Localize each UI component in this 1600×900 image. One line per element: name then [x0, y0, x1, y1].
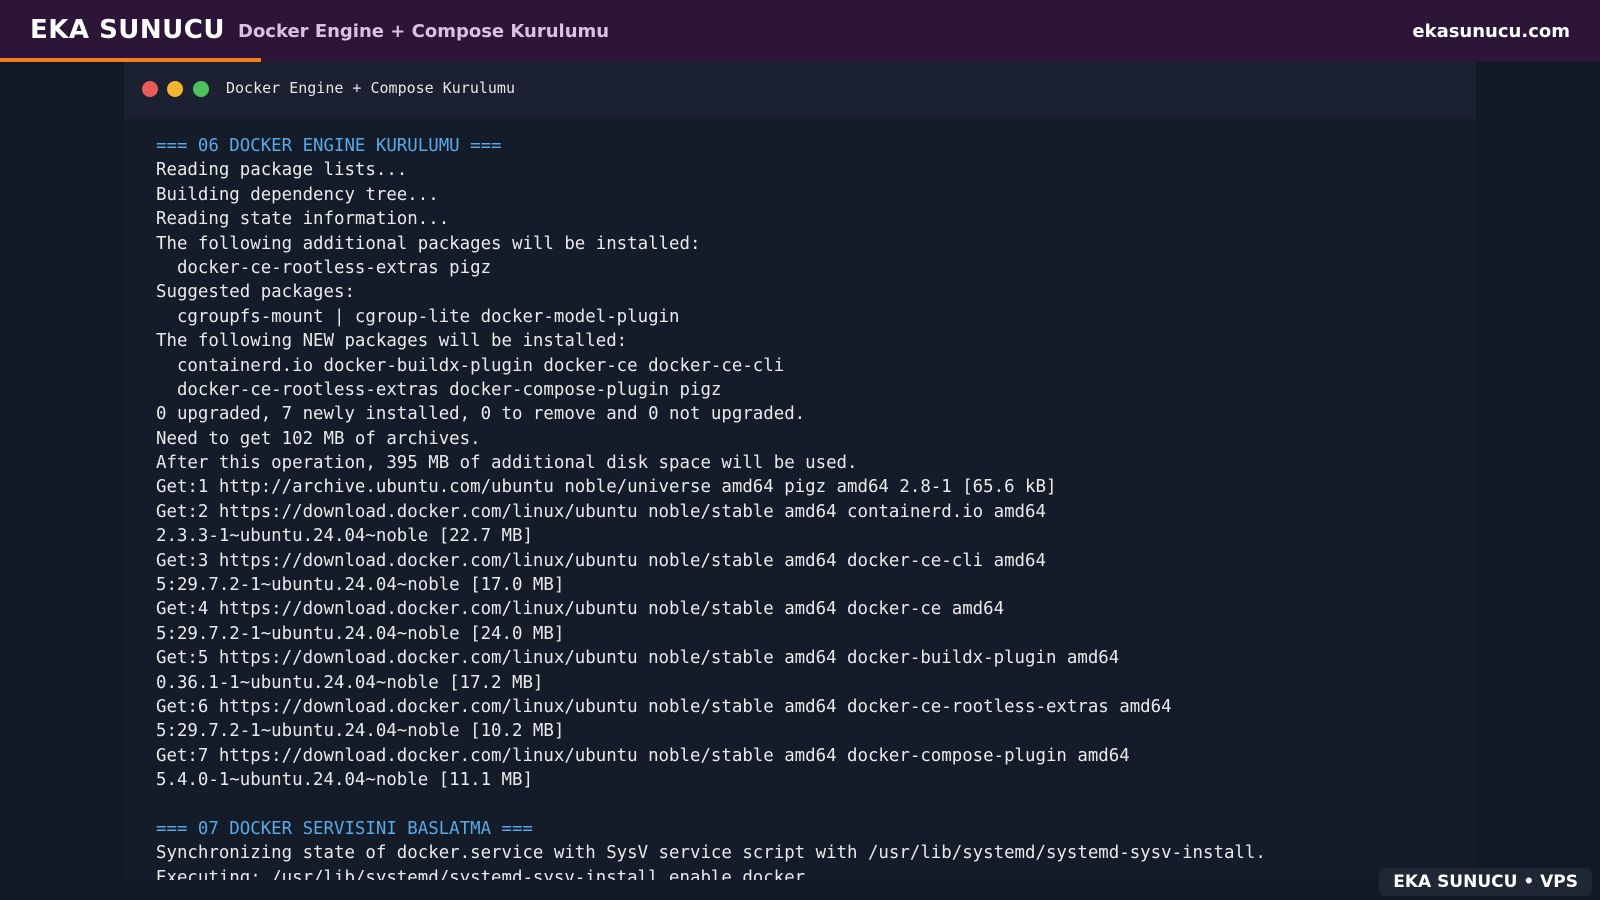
window-title: Docker Engine + Compose Kurulumu	[226, 79, 515, 97]
terminal-line: Executing: /usr/lib/systemd/systemd-sysv…	[156, 867, 806, 880]
terminal-output[interactable]: === 06 DOCKER ENGINE KURULUMU === Reading…	[156, 134, 1456, 880]
terminal-line: Need to get 102 MB of archives.	[156, 428, 481, 449]
terminal-section-header: === 07 DOCKER SERVISINI BASLATMA ===	[156, 818, 533, 839]
brand-logo: EKA SUNUCU	[30, 15, 225, 45]
terminal-line: Suggested packages:	[156, 282, 355, 303]
terminal-line: 2.3.3-1~ubuntu.24.04~noble [22.7 MB]	[156, 526, 533, 547]
terminal-line: Get:1 http://archive.ubuntu.com/ubuntu n…	[156, 477, 1057, 498]
terminal-line: The following additional packages will b…	[156, 233, 701, 254]
terminal-line: docker-ce-rootless-extras docker-compose…	[156, 379, 722, 400]
terminal-line: The following NEW packages will be insta…	[156, 331, 628, 352]
maximize-window-icon[interactable]	[193, 81, 209, 97]
terminal-line: cgroupfs-mount | cgroup-lite docker-mode…	[156, 306, 680, 327]
terminal-line: Get:2 https://download.docker.com/linux/…	[156, 501, 1046, 522]
terminal-line: Get:6 https://download.docker.com/linux/…	[156, 696, 1172, 717]
terminal-line: Get:7 https://download.docker.com/linux/…	[156, 745, 1130, 766]
terminal-line: 0 upgraded, 7 newly installed, 0 to remo…	[156, 404, 806, 425]
terminal-line: Get:3 https://download.docker.com/linux/…	[156, 550, 1046, 571]
window-titlebar: Docker Engine + Compose Kurulumu	[124, 62, 1476, 119]
terminal-line: After this operation, 395 MB of addition…	[156, 453, 858, 474]
top-bar: EKA SUNUCU Docker Engine + Compose Kurul…	[0, 0, 1600, 62]
terminal-line: Reading package lists...	[156, 160, 408, 181]
terminal-line: Reading state information...	[156, 209, 450, 230]
terminal-line: Get:4 https://download.docker.com/linux/…	[156, 599, 1005, 620]
terminal-line: Synchronizing state of docker.service wi…	[156, 843, 1266, 864]
minimize-window-icon[interactable]	[167, 81, 183, 97]
terminal-line: 0.36.1-1~ubuntu.24.04~noble [17.2 MB]	[156, 672, 544, 693]
terminal-section-header: === 06 DOCKER ENGINE KURULUMU ===	[156, 136, 502, 156]
terminal-line: 5:29.7.2-1~ubuntu.24.04~noble [24.0 MB]	[156, 623, 565, 644]
terminal-line: 5:29.7.2-1~ubuntu.24.04~noble [17.0 MB]	[156, 575, 565, 596]
terminal-window: Docker Engine + Compose Kurulumu === 06 …	[124, 62, 1476, 880]
terminal-line: Building dependency tree...	[156, 184, 439, 205]
site-link[interactable]: ekasunucu.com	[1412, 21, 1570, 42]
terminal-line: docker-ce-rootless-extras pigz	[156, 257, 492, 278]
terminal-line: Get:5 https://download.docker.com/linux/…	[156, 648, 1120, 669]
page-subtitle: Docker Engine + Compose Kurulumu	[238, 21, 610, 42]
footer-badge: EKA SUNUCU • VPS	[1379, 868, 1592, 896]
terminal-line: containerd.io docker-buildx-plugin docke…	[156, 355, 785, 376]
close-window-icon[interactable]	[142, 81, 158, 97]
terminal-line: 5:29.7.2-1~ubuntu.24.04~noble [10.2 MB]	[156, 721, 565, 742]
terminal-line: 5.4.0-1~ubuntu.24.04~noble [11.1 MB]	[156, 770, 533, 791]
